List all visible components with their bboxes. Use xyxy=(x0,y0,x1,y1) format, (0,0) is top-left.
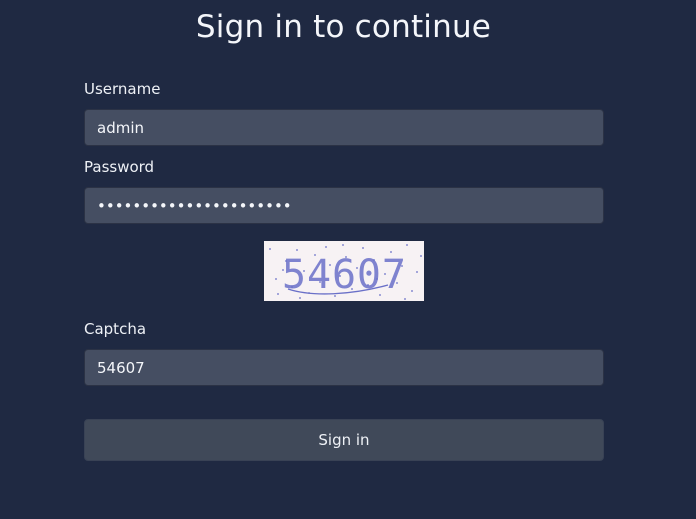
password-input[interactable] xyxy=(84,187,604,224)
password-label: Password xyxy=(84,158,155,176)
username-input[interactable] xyxy=(84,109,604,146)
captcha-label: Captcha xyxy=(84,320,147,338)
captcha-input[interactable] xyxy=(84,349,604,386)
username-label: Username xyxy=(84,80,161,98)
captcha-image: 54607 xyxy=(264,241,424,301)
page-title: Sign in to continue xyxy=(195,9,492,45)
captcha-text: 54607 xyxy=(282,252,406,298)
sign-in-button[interactable]: Sign in xyxy=(84,419,604,461)
